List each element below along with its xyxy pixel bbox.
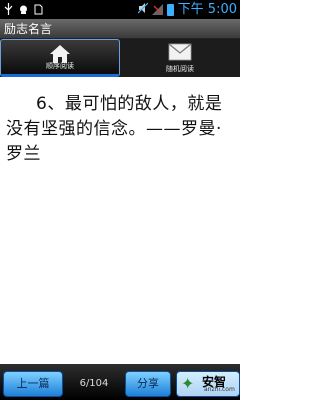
tab-bar: 顺序阅读 随机阅读 [0,39,240,77]
tab-label: 顺序阅读 [46,62,74,70]
mute-icon [137,2,149,17]
battery-icon [166,3,174,16]
usb-icon [4,3,13,18]
quote-text: 6、最可怕的敌人，就是没有坚强的信念。——罗曼·罗兰 [6,94,223,164]
no-signal-icon [151,4,163,15]
tab-label: 随机阅读 [166,65,194,73]
bottom-toolbar: 上一篇 6/104 分享 ✦ 安智 anzhi.com [0,364,240,400]
watermark-sub: anzhi.com [204,386,235,393]
tab-random-reading[interactable]: 随机阅读 [120,39,240,77]
status-notifications [4,3,43,18]
mail-icon [168,43,192,63]
anzhi-logo-icon: ✦ [181,374,195,393]
app-title-bar: 励志名言 [0,19,240,39]
watermark: ✦ 安智 anzhi.com [177,372,239,396]
sd-card-icon [34,3,43,18]
status-bar: 下午 5:00 [0,0,240,19]
next-button[interactable]: ✦ 安智 anzhi.com [176,371,240,397]
clock: 下午 5:00 [177,2,237,17]
status-system: 下午 5:00 [137,2,237,17]
app-title: 励志名言 [4,22,53,36]
tab-sequential-reading[interactable]: 顺序阅读 [0,39,120,77]
page-indicator: 6/104 [79,378,109,389]
previous-button[interactable]: 上一篇 [3,371,63,397]
share-button[interactable]: 分享 [125,371,171,397]
usb-debug-icon [19,3,28,18]
